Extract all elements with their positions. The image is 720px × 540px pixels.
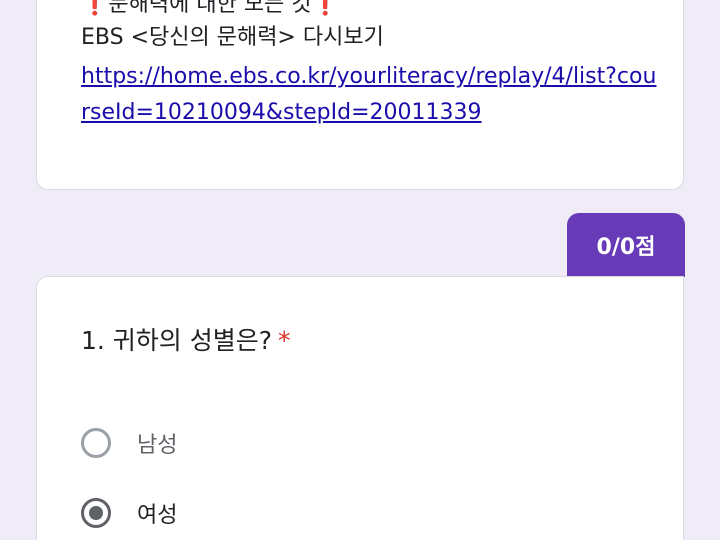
question-title: 1. 귀하의 성별은? * bbox=[81, 321, 291, 357]
question-text: 1. 귀하의 성별은? bbox=[81, 326, 273, 355]
option-male[interactable]: 남성 bbox=[81, 427, 177, 459]
description-card: ❗문해력에 대한 모든 것❗ EBS <당신의 문해력> 다시보기 https:… bbox=[36, 0, 684, 190]
radio-dot-icon bbox=[89, 506, 103, 520]
form-page: ❗문해력에 대한 모든 것❗ EBS <당신의 문해력> 다시보기 https:… bbox=[0, 0, 720, 540]
description-heading: ❗문해력에 대한 모든 것❗ bbox=[81, 0, 339, 17]
option-female[interactable]: 여성 bbox=[81, 497, 177, 529]
question-card: 1. 귀하의 성별은? * 남성 여성 bbox=[36, 276, 684, 540]
replay-link[interactable]: https://home.ebs.co.kr/yourliteracy/repl… bbox=[81, 59, 661, 131]
radio-selected-icon[interactable] bbox=[81, 498, 111, 528]
required-asterisk: * bbox=[278, 326, 291, 355]
description-text: EBS <당신의 문해력> 다시보기 bbox=[81, 25, 384, 50]
score-badge: 0/0점 bbox=[567, 213, 685, 277]
option-label: 여성 bbox=[137, 503, 178, 528]
radio-unselected-icon[interactable] bbox=[81, 428, 111, 458]
option-label: 남성 bbox=[137, 433, 178, 458]
